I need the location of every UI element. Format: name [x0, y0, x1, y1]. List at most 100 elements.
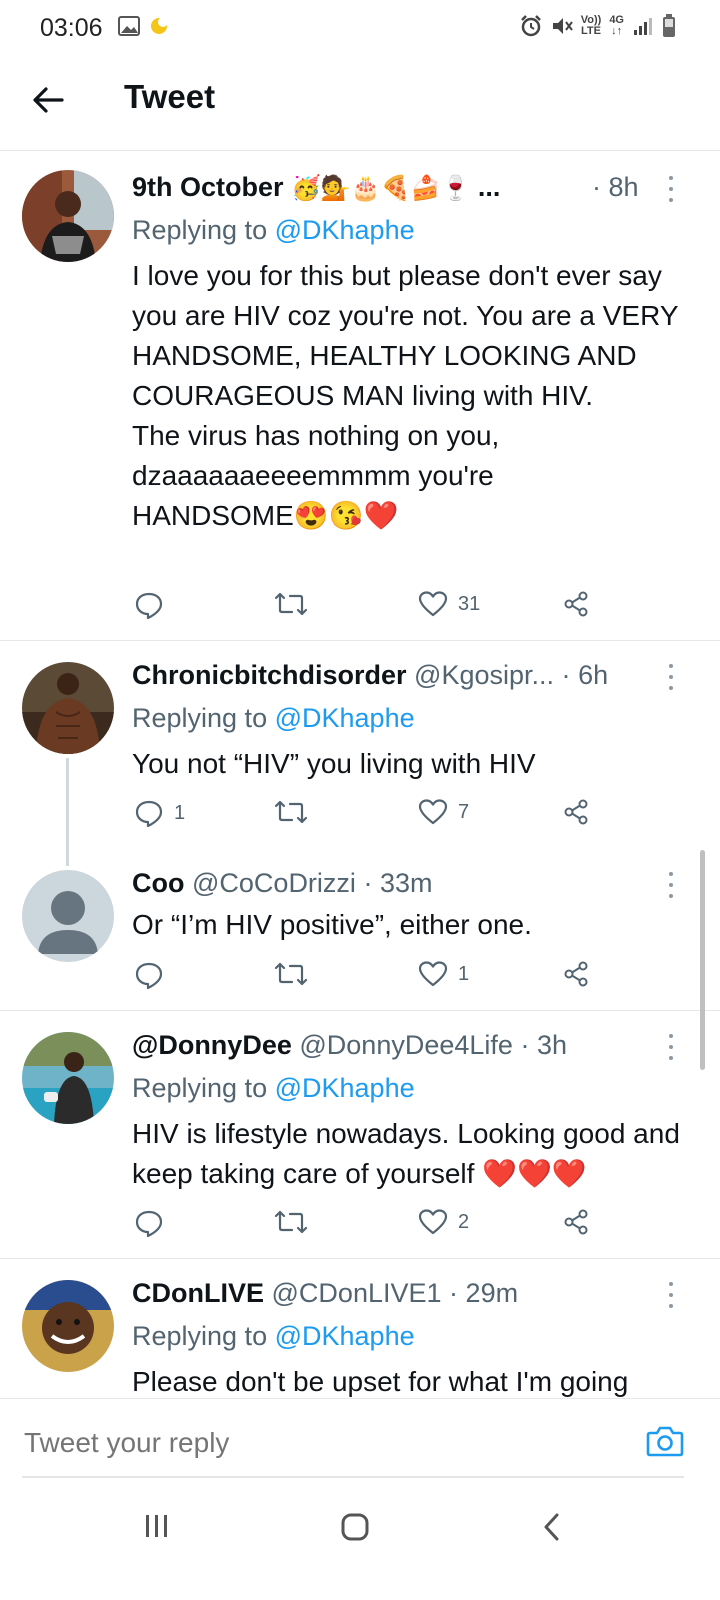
- avatar-default[interactable]: [22, 870, 114, 962]
- retweet-button[interactable]: [274, 960, 318, 988]
- author-handle[interactable]: @Kgosipr...: [414, 660, 554, 690]
- tweet-text-line: HANDSOME😍😘❤️: [132, 500, 399, 531]
- share-button[interactable]: [562, 1208, 590, 1236]
- share-icon: [564, 1209, 588, 1235]
- tweet-meta: Coo @CoCoDrizzi · 33m: [132, 868, 662, 899]
- replying-prefix: Replying to: [132, 1321, 268, 1351]
- home-icon: [341, 1513, 369, 1541]
- reply-button[interactable]: [134, 960, 174, 990]
- retweet-button[interactable]: [274, 1208, 318, 1236]
- tweet-body: Or “I’m HIV positive”, either one.: [132, 905, 692, 945]
- volte-indicator: Vo)) LTE: [580, 14, 602, 37]
- reply-icon: [135, 592, 163, 620]
- more-icon[interactable]: [666, 664, 676, 690]
- like-count: 1: [458, 962, 470, 985]
- replying-prefix: Replying to: [132, 1073, 268, 1103]
- tweet-time: 6h: [578, 660, 609, 690]
- like-count: 2: [458, 1210, 470, 1233]
- tweet-time: 8h: [608, 172, 639, 202]
- like-count: 31: [458, 592, 481, 615]
- avatar[interactable]: [22, 662, 114, 754]
- back-button[interactable]: [28, 80, 68, 120]
- tweet-time: 29m: [465, 1278, 519, 1308]
- tweet-text-line: Please don't be upset for what I'm going: [132, 1366, 629, 1397]
- camera-icon: [646, 1426, 684, 1457]
- mute-icon: [552, 18, 573, 34]
- gallery-icon: [118, 16, 140, 36]
- tweet-meta: @DonnyDee @DonnyDee4Life · 3h: [132, 1030, 662, 1061]
- share-icon: [564, 799, 588, 825]
- author-handle[interactable]: @CDonLIVE1: [272, 1278, 442, 1308]
- tweet-time-wrap: · 8h: [592, 172, 639, 203]
- avatar[interactable]: [22, 1280, 114, 1372]
- body-emoji: 😍😘❤️: [293, 500, 399, 531]
- author-name[interactable]: Chronicbitchdisorder: [132, 660, 407, 690]
- tweet-text-line: You not “HIV” you living with HIV: [132, 748, 536, 779]
- reply-icon: [135, 800, 163, 828]
- reply-count: 1: [174, 801, 186, 824]
- separator-dot: ·: [592, 172, 601, 202]
- recent-apps-icon: [146, 1515, 167, 1537]
- like-icon: [418, 1209, 448, 1235]
- tweet-text-line: HIV is lifestyle nowadays. Looking good …: [132, 1118, 680, 1189]
- back-arrow-icon: [33, 87, 64, 113]
- tweet-divider: [0, 1010, 720, 1011]
- avatar[interactable]: [22, 1032, 114, 1124]
- more-icon[interactable]: [666, 1282, 676, 1308]
- nav-back-button[interactable]: [540, 1512, 564, 1547]
- name-ellipsis: ...: [477, 172, 501, 202]
- body-emoji: ❤️❤️❤️: [482, 1158, 587, 1189]
- like-count: 7: [458, 800, 470, 823]
- tweet-divider: [0, 640, 720, 641]
- alarm-icon: [520, 15, 541, 37]
- author-name[interactable]: 9th October: [132, 172, 284, 202]
- replying-prefix: Replying to: [132, 215, 268, 245]
- scrollbar[interactable]: [700, 850, 705, 1070]
- home-button[interactable]: [340, 1512, 370, 1547]
- name-emoji: 🥳💁🎂🍕🍰🍷: [291, 175, 471, 202]
- replying-mention[interactable]: @DKhaphe: [275, 1073, 415, 1103]
- author-name[interactable]: Coo: [132, 868, 184, 898]
- share-button[interactable]: [562, 960, 590, 988]
- avatar[interactable]: [22, 170, 114, 262]
- more-icon[interactable]: [666, 1034, 676, 1060]
- reply-input[interactable]: [22, 1418, 586, 1468]
- replying-to: Replying to @DKhaphe: [132, 215, 415, 246]
- replying-mention[interactable]: @DKhaphe: [275, 215, 415, 245]
- camera-button[interactable]: [646, 1424, 684, 1463]
- retweet-icon: [274, 800, 308, 824]
- tweet-actions: 2: [132, 1208, 612, 1242]
- network-indicator: 4G ↓↑: [609, 14, 624, 37]
- like-button[interactable]: 31: [418, 590, 480, 618]
- recent-apps-button[interactable]: [142, 1512, 172, 1545]
- share-button[interactable]: [562, 798, 590, 826]
- share-icon: [564, 591, 588, 617]
- retweet-button[interactable]: [274, 798, 318, 826]
- separator-dot: ·: [449, 1278, 459, 1308]
- share-button[interactable]: [562, 590, 590, 618]
- status-right-icons: Vo)) LTE 4G ↓↑: [519, 14, 676, 38]
- tweet-meta: 9th October 🥳💁🎂🍕🍰🍷 ...: [132, 172, 662, 203]
- tweet-actions: 1 7: [132, 798, 612, 832]
- reply-button[interactable]: [134, 1208, 174, 1238]
- author-name[interactable]: CDonLIVE: [132, 1278, 264, 1308]
- author-handle[interactable]: @DonnyDee4Life: [299, 1030, 513, 1060]
- like-button[interactable]: 1: [418, 960, 469, 988]
- reply-button[interactable]: 1: [134, 798, 185, 828]
- retweet-icon: [274, 592, 308, 616]
- retweet-button[interactable]: [274, 590, 318, 618]
- more-icon[interactable]: [666, 872, 676, 898]
- reply-bar-divider: [0, 1398, 720, 1399]
- author-handle[interactable]: @CoCoDrizzi: [192, 868, 356, 898]
- retweet-icon: [274, 1210, 308, 1234]
- tweet-5[interactable]: CDonLIVE @CDonLIVE1 · 29m Replying to @D…: [0, 1259, 720, 1399]
- more-icon[interactable]: [666, 176, 676, 202]
- author-name[interactable]: @DonnyDee: [132, 1030, 292, 1060]
- like-button[interactable]: 7: [418, 798, 469, 826]
- like-button[interactable]: 2: [418, 1208, 469, 1236]
- replying-mention[interactable]: @DKhaphe: [275, 703, 415, 733]
- moon-icon: [151, 17, 168, 34]
- tweet-body: I love you for this but please don't eve…: [132, 256, 692, 536]
- replying-mention[interactable]: @DKhaphe: [275, 1321, 415, 1351]
- reply-button[interactable]: [134, 590, 174, 620]
